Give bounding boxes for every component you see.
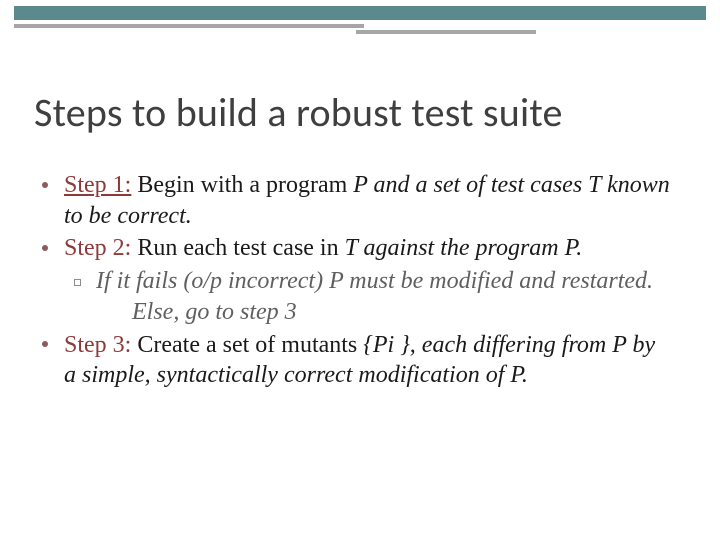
step-2-label: Step 2: xyxy=(64,235,131,261)
bullet-step-2: Step 2: Run each test case in T against … xyxy=(38,233,672,264)
step-2-text-a: Run each test case in xyxy=(131,235,344,261)
accent-line-left xyxy=(14,24,364,28)
step-1-label: Step 1: xyxy=(64,172,131,198)
bullet-step-3: Step 3: Create a set of mutants {Pi }, e… xyxy=(38,330,672,391)
step-3-text-a: Create a set of mutants xyxy=(131,332,363,358)
slide-body: Step 1: Begin with a program P and a set… xyxy=(38,170,672,393)
slide-title: Steps to build a robust test suite xyxy=(34,88,686,137)
sub-bullet: If it fails (o/p incorrect) P must be mo… xyxy=(38,266,672,327)
step-1-text-a: Begin with a program xyxy=(131,172,353,198)
accent-line-right xyxy=(356,30,536,34)
bullet-icon xyxy=(42,182,48,188)
bullet-step-1: Step 1: Begin with a program P and a set… xyxy=(38,170,672,231)
bullet-icon xyxy=(42,341,48,347)
accent-stripe xyxy=(14,6,706,20)
step-2-text-b: T against the program P. xyxy=(345,235,583,261)
slide: Steps to build a robust test suite Step … xyxy=(0,0,720,540)
decorative-top-bar xyxy=(0,0,720,40)
sub-text-a: If it fails (o/p incorrect) P must be mo… xyxy=(96,268,653,294)
bullet-icon xyxy=(42,245,48,251)
sub-bullet-icon xyxy=(74,279,81,286)
sub-text-b: Else, go to step 3 xyxy=(132,299,297,325)
step-3-label: Step 3: xyxy=(64,332,131,358)
